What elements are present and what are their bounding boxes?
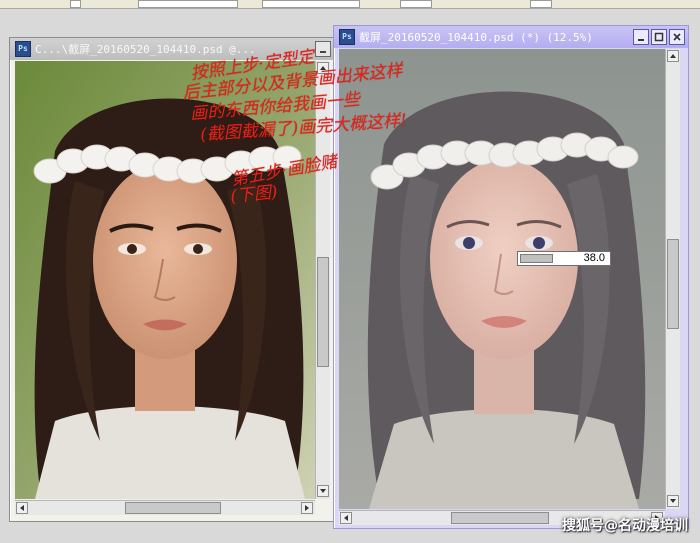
options-toolbar [0, 0, 700, 9]
toolbar-dropdown[interactable] [138, 0, 238, 8]
vertical-scroll-thumb[interactable] [667, 239, 679, 329]
toolbar-dropdown[interactable] [262, 0, 360, 8]
minimize-button[interactable] [633, 29, 649, 45]
scroll-right-button[interactable] [301, 502, 313, 514]
horizontal-scroll-thumb[interactable] [125, 502, 221, 514]
opacity-value-readout: 38.0 [517, 251, 611, 266]
scroll-down-button[interactable] [667, 495, 679, 507]
scroll-left-button[interactable] [340, 512, 352, 524]
vertical-scrollbar[interactable] [665, 49, 680, 509]
toolbar-field[interactable] [400, 0, 432, 8]
vertical-scroll-thumb[interactable] [317, 257, 329, 367]
toolbar-field[interactable] [530, 0, 552, 8]
watermark: 搜狐号@名动漫培训 [562, 518, 688, 534]
handwritten-annotation: 按照上步·定型定 后主部分以及背景画出来这样 画的东西你给我画一些 (截图截漏了… [182, 47, 408, 207]
maximize-button[interactable] [651, 29, 667, 45]
toolbar-checkbox[interactable] [70, 0, 81, 8]
opacity-value: 38.0 [583, 252, 605, 264]
photoshop-document-icon: Ps [15, 41, 31, 57]
opacity-level-bar [520, 254, 553, 263]
close-button[interactable] [669, 29, 685, 45]
horizontal-scrollbar[interactable] [15, 500, 315, 515]
scroll-down-button[interactable] [317, 485, 329, 497]
scroll-up-button[interactable] [667, 50, 679, 62]
horizontal-scroll-thumb[interactable] [451, 512, 549, 524]
scroll-left-button[interactable] [16, 502, 28, 514]
